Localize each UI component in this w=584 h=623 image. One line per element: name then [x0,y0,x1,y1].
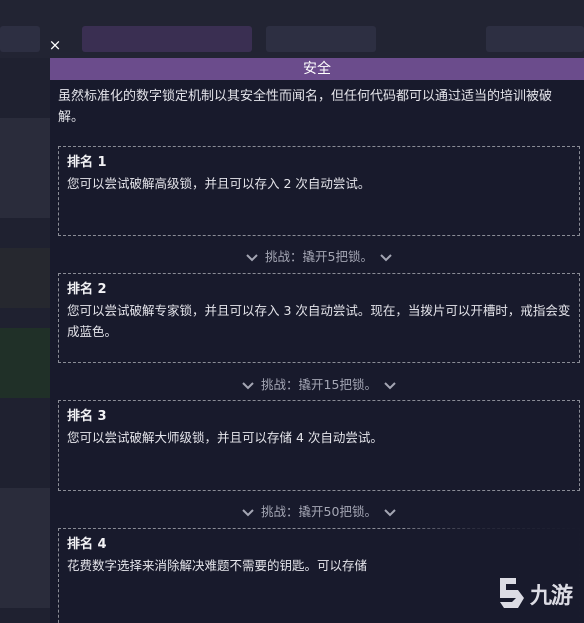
rank-title: 排名 1 [67,155,107,170]
rank-description: 您可以尝试破解专家锁，并且可以存入 3 次自动尝试。现在，当拨片可以开槽时，戒指… [67,303,571,339]
challenge-row-1: 挑战：撬开5把锁。 [58,248,580,266]
background-tab [0,26,40,52]
rank-description: 您可以尝试破解大师级锁，并且可以存储 4 次自动尝试。 [67,430,383,445]
rank-card-3: 排名 3 您可以尝试破解大师级锁，并且可以存储 4 次自动尝试。 [58,400,580,491]
background-block [0,328,50,398]
background-block [0,488,50,608]
rank-card-2: 排名 2 您可以尝试破解专家锁，并且可以存入 3 次自动尝试。现在，当拨片可以开… [58,273,580,363]
chevron-down-icon [242,381,254,389]
watermark-text: 九游 [530,584,573,609]
dialog-title: 安全 [50,58,584,80]
background-top-bar [0,0,584,58]
rank-card-1: 排名 1 您可以尝试破解高级锁，并且可以存入 2 次自动尝试。 [58,146,580,236]
dialog-intro: 虽然标准化的数字锁定机制以其安全性而闻名，但任何代码都可以通过适当的培训被破解。 [58,89,553,125]
chevron-down-icon [384,508,396,516]
chevron-down-icon [380,253,392,261]
jiuyou-logo [500,578,524,608]
chevron-down-icon [246,253,258,261]
background-tab [486,26,584,52]
background-tab-active [82,26,252,52]
rank-title: 排名 2 [67,282,107,297]
chevron-down-icon [384,381,396,389]
background-block [0,118,50,218]
challenge-label: 挑战：撬开5把锁。 [265,249,373,264]
close-icon[interactable]: × [46,36,64,54]
challenge-row-3: 挑战：撬开50把锁。 [58,503,580,521]
challenge-label: 挑战：撬开15把锁。 [261,377,377,392]
background-left-panel [0,58,50,623]
challenge-row-2: 挑战：撬开15把锁。 [58,376,580,394]
rank-title: 排名 3 [67,409,107,424]
background-tab [266,26,376,52]
chevron-down-icon [242,508,254,516]
background-block [0,248,50,308]
challenge-label: 挑战：撬开50把锁。 [261,504,377,519]
rank-description: 您可以尝试破解高级锁，并且可以存入 2 次自动尝试。 [67,176,371,191]
